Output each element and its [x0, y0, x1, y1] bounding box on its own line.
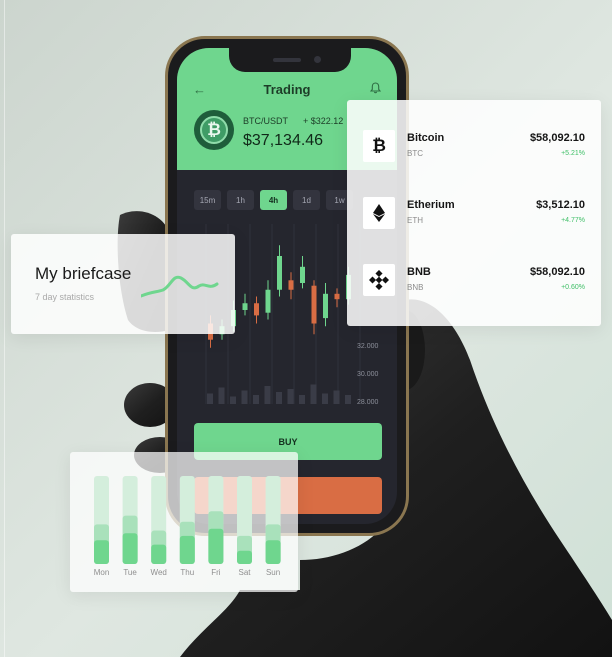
day-bar-value — [122, 533, 138, 564]
bell-icon[interactable] — [370, 82, 381, 94]
weekly-stats-card: Mon Tue Wed Thu Fri Sat Sun — [70, 452, 298, 592]
volume-bar — [264, 386, 271, 404]
volume-bar — [345, 395, 351, 404]
day-label: Tue — [123, 568, 137, 577]
volume-bar — [241, 390, 248, 404]
volume-bar — [333, 390, 340, 404]
coin-price: $58,092.10 — [529, 266, 585, 278]
day-label: Sun — [265, 568, 281, 577]
volume-bar — [218, 387, 225, 404]
price-axis-label: 32.000 — [357, 343, 379, 350]
ethereum-icon — [363, 197, 395, 229]
coin-change: +5.21% — [561, 150, 585, 157]
day-bar-value — [179, 535, 195, 564]
phone-notch — [229, 48, 351, 72]
day-label: Wed — [150, 568, 167, 577]
coin-symbol: BTC — [407, 149, 423, 158]
day-label: Sat — [238, 568, 251, 577]
trend-sparkline — [141, 275, 219, 298]
candle — [254, 303, 259, 316]
coin-name: Bitcoin — [407, 132, 445, 144]
timeframe-1d[interactable]: 1d — [293, 190, 320, 210]
price-change: + $322.12 — [303, 116, 344, 126]
briefcase-card[interactable]: My briefcase 7 day statistics — [11, 234, 235, 334]
volume-bar — [299, 395, 305, 404]
briefcase-subtitle: 7 day statistics — [35, 292, 95, 302]
coin-change: +4.77% — [561, 217, 585, 224]
day-bar-value — [237, 550, 252, 564]
briefcase-title: My briefcase — [35, 264, 132, 283]
volume-bar — [322, 393, 328, 404]
timeframe-15m[interactable]: 15m — [194, 190, 221, 210]
candle — [300, 266, 305, 283]
coin-change: +0.60% — [561, 284, 585, 291]
coin-symbol: ETH — [407, 216, 423, 225]
volume-bar — [230, 396, 236, 404]
bitcoin-icon: ₿ — [194, 110, 234, 150]
coin-name: Etherium — [407, 199, 455, 211]
timeframe-4h[interactable]: 4h — [260, 190, 287, 210]
crypto-row-etherium[interactable]: Etherium ETH $3,512.10 +4.77% — [363, 197, 585, 229]
price-axis-label: 28.000 — [357, 399, 379, 406]
candle — [334, 293, 340, 300]
price-axis-label: 30.000 — [357, 371, 379, 378]
candle — [277, 256, 282, 290]
day-label: Mon — [93, 568, 110, 577]
day-bar-value — [265, 540, 281, 564]
candle — [311, 285, 317, 324]
bnb-icon — [363, 264, 395, 296]
current-price: $37,134.46 — [243, 132, 324, 149]
candle — [288, 280, 294, 290]
volume-bar — [276, 392, 282, 404]
bitcoin-icon: ₿ — [363, 130, 395, 162]
day-bar-value — [94, 540, 109, 564]
volume-bar — [310, 384, 317, 404]
day-bar-value — [208, 528, 224, 564]
crypto-list-card: ₿ Bitcoin BTC $58,092.10 +5.21% Etherium… — [347, 100, 601, 326]
trading-pair: BTC/USDT — [243, 116, 288, 126]
coin-symbol: BNB — [407, 283, 424, 292]
coin-price: $58,092.10 — [529, 132, 585, 144]
coin-name: BNB — [407, 266, 431, 278]
day-label: Fri — [211, 568, 221, 577]
coin-price: $3,512.10 — [536, 199, 585, 211]
candle — [323, 293, 328, 319]
candle — [242, 303, 248, 310]
day-bar-value — [151, 544, 167, 564]
volume-bar — [253, 395, 259, 404]
candle — [265, 289, 271, 313]
volume-bar — [207, 393, 213, 404]
speaker-grille — [273, 58, 301, 62]
app-title: Trading — [263, 82, 311, 97]
timeframe-selector: 15m 1h 4h 1d 1w — [194, 190, 353, 210]
front-camera — [314, 56, 321, 63]
volume-bar — [287, 389, 294, 404]
crypto-row-bitcoin[interactable]: ₿ Bitcoin BTC $58,092.10 +5.21% — [363, 130, 585, 162]
crypto-row-bnb[interactable]: BNB BNB $58,092.10 +0.60% — [363, 264, 585, 296]
day-label: Thu — [180, 568, 195, 577]
timeframe-1h[interactable]: 1h — [227, 190, 254, 210]
